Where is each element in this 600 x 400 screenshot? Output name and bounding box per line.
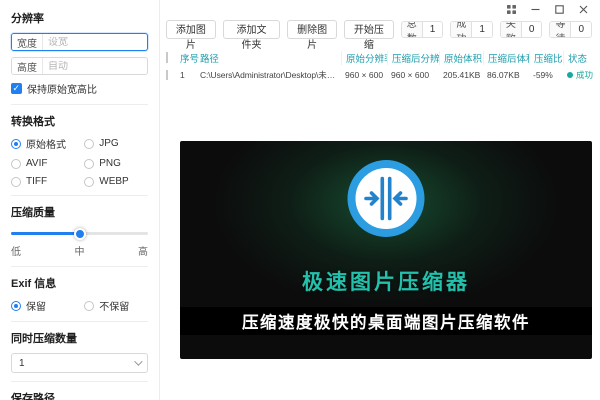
minimize-icon[interactable]: [531, 5, 540, 14]
height-input[interactable]: [43, 61, 147, 72]
quality-low-label: 低: [11, 243, 21, 258]
banner-subtitle: 压缩速度极快的桌面端图片压缩软件: [242, 309, 530, 333]
concurrency-select[interactable]: 1: [11, 353, 148, 373]
cell-path: C:\Users\Administrator\Desktop\未标题-1.jpg: [200, 69, 341, 81]
radio-icon: [84, 301, 94, 311]
format-option-jpg[interactable]: JPG: [84, 136, 148, 151]
header-ratio: 压缩比率: [529, 51, 563, 65]
chevron-down-icon: [134, 357, 142, 365]
save-path-section-title: 保存路径: [11, 390, 148, 400]
divider: [11, 195, 148, 196]
quality-high-label: 高: [138, 243, 148, 258]
cell-index: 1: [180, 70, 200, 80]
cell-comp-size: 86.07KB: [483, 70, 529, 80]
header-comp-res: 压缩后分辨率: [387, 51, 439, 65]
main-panel: 添加图片 添加文件夹 删除图片 开始压缩 总数 1 成功 1 失败 0 等待 0: [160, 0, 600, 400]
stat-waiting: 等待 0: [549, 21, 592, 38]
checkbox-checked-icon: [11, 83, 22, 94]
stat-total: 总数 1: [401, 21, 444, 38]
file-table: 序号 路径 原始分辨率 压缩后分辨率 原始体积 压缩后体积 压缩比率 状态 1 …: [160, 49, 600, 84]
exif-section-title: Exif 信息: [11, 275, 148, 291]
stat-failed: 失败 0: [500, 21, 543, 38]
quality-mid-label: 中: [75, 243, 85, 258]
status-success-dot-icon: [567, 72, 573, 78]
quality-slider[interactable]: [11, 227, 148, 240]
cell-ratio: -59%: [529, 70, 563, 80]
add-folder-button[interactable]: 添加文件夹: [223, 20, 281, 39]
banner-subtitle-strip: 压缩速度极快的桌面端图片压缩软件: [180, 307, 592, 335]
radio-icon: [84, 177, 94, 187]
slider-thumb[interactable]: [74, 228, 86, 240]
select-all-checkbox[interactable]: [166, 52, 180, 63]
height-input-group: 高度: [11, 57, 148, 75]
radio-icon: [11, 177, 21, 187]
divider: [11, 104, 148, 105]
cell-orig-res: 960 × 600: [341, 70, 387, 80]
header-index: 序号: [180, 51, 200, 65]
settings-sidebar: 分辨率 宽度 高度 保持原始宽高比 转换格式 原始格式 JPG AVIF PNG: [0, 0, 160, 400]
stats-bar: 总数 1 成功 1 失败 0 等待 0: [401, 21, 592, 38]
width-input[interactable]: [43, 37, 147, 48]
banner-title: 极速图片压缩器: [180, 266, 592, 296]
format-option-webp[interactable]: WEBP: [84, 176, 148, 187]
divider: [11, 381, 148, 382]
cell-comp-res: 960 × 600: [387, 70, 439, 80]
slider-fill: [11, 232, 80, 235]
resolution-section-title: 分辨率: [11, 10, 148, 26]
stat-success: 成功 1: [450, 21, 493, 38]
format-radio-group: 原始格式 JPG AVIF PNG TIFF WEBP: [11, 136, 148, 187]
radio-icon: [11, 159, 21, 169]
height-label: 高度: [12, 58, 43, 74]
compress-logo-icon: [346, 159, 426, 242]
radio-icon: [11, 139, 21, 149]
divider: [11, 321, 148, 322]
exif-radio-group: 保留 不保留: [11, 298, 148, 313]
width-label: 宽度: [12, 34, 43, 50]
titlebar: [160, 0, 600, 14]
cell-status: 成功: [563, 69, 595, 81]
header-orig-res: 原始分辨率: [341, 51, 387, 65]
divider: [11, 266, 148, 267]
header-orig-size: 原始体积: [439, 51, 483, 65]
header-status: 状态: [563, 51, 595, 65]
format-option-tiff[interactable]: TIFF: [11, 176, 84, 187]
format-option-png[interactable]: PNG: [84, 158, 148, 169]
cell-orig-size: 205.41KB: [439, 70, 483, 80]
header-comp-size: 压缩后体积: [483, 51, 529, 65]
concurrency-section-title: 同时压缩数量: [11, 330, 148, 346]
keep-aspect-ratio-label: 保持原始宽高比: [27, 81, 97, 96]
row-checkbox[interactable]: [166, 70, 180, 80]
format-option-avif[interactable]: AVIF: [11, 158, 84, 169]
header-path: 路径: [200, 51, 341, 65]
radio-icon: [11, 301, 21, 311]
keep-aspect-ratio-checkbox[interactable]: 保持原始宽高比: [11, 81, 148, 96]
image-preview-banner: 极速图片压缩器 压缩速度极快的桌面端图片压缩软件: [180, 141, 592, 359]
maximize-icon[interactable]: [555, 5, 564, 14]
radio-icon: [84, 159, 94, 169]
exif-discard-option[interactable]: 不保留: [84, 298, 148, 313]
width-input-group: 宽度: [11, 33, 148, 51]
table-header: 序号 路径 原始分辨率 压缩后分辨率 原始体积 压缩后体积 压缩比率 状态: [166, 49, 595, 66]
delete-image-button[interactable]: 删除图片: [287, 20, 337, 39]
add-image-button[interactable]: 添加图片: [166, 20, 216, 39]
quality-slider-labels: 低 中 高: [11, 243, 148, 258]
format-option-original[interactable]: 原始格式: [11, 136, 84, 151]
toolbar: 添加图片 添加文件夹 删除图片 开始压缩 总数 1 成功 1 失败 0 等待 0: [160, 14, 600, 43]
close-icon[interactable]: [579, 5, 588, 14]
start-compress-button[interactable]: 开始压缩: [344, 20, 394, 39]
radio-icon: [84, 139, 94, 149]
apps-grid-icon[interactable]: [507, 5, 516, 14]
exif-keep-option[interactable]: 保留: [11, 298, 84, 313]
concurrency-value: 1: [19, 358, 25, 369]
table-row[interactable]: 1 C:\Users\Administrator\Desktop\未标题-1.j…: [166, 66, 595, 84]
format-section-title: 转换格式: [11, 113, 148, 129]
quality-section-title: 压缩质量: [11, 204, 148, 220]
